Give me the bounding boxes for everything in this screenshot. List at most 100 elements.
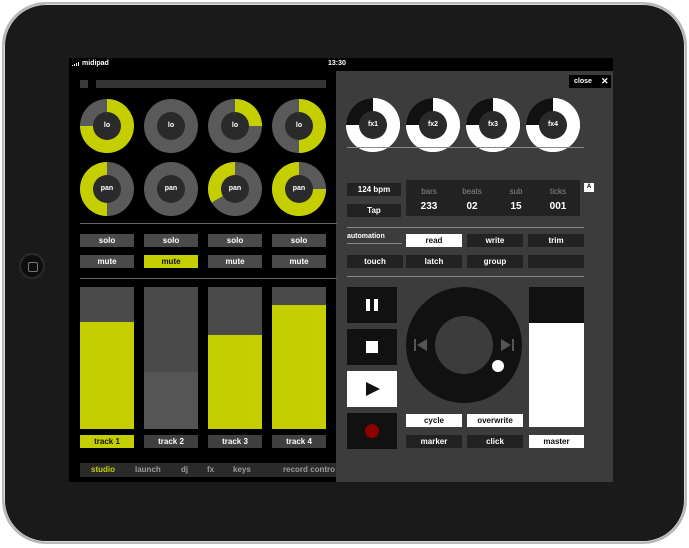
- solo-button-1[interactable]: solo: [80, 234, 134, 247]
- marker-button[interactable]: marker: [406, 435, 462, 448]
- track-fader-2[interactable]: [144, 287, 198, 429]
- knob-label: lo: [103, 122, 111, 129]
- record-button[interactable]: [347, 413, 397, 449]
- signal-icon: [72, 61, 80, 66]
- master-label[interactable]: master: [529, 435, 584, 448]
- counter-value-0: 233: [420, 201, 438, 212]
- knob-pan-1[interactable]: pan: [80, 162, 134, 216]
- track-fader-1[interactable]: [80, 287, 134, 429]
- close-button[interactable]: close ✕: [569, 75, 611, 88]
- counter-header-3: ticks: [550, 187, 566, 196]
- knob-fx-3[interactable]: fx3: [466, 98, 520, 152]
- track-label-3[interactable]: track 3: [208, 435, 262, 448]
- forward-icon[interactable]: [500, 338, 514, 352]
- track-label-2[interactable]: track 2: [144, 435, 198, 448]
- jog-wheel[interactable]: [406, 287, 522, 403]
- tab-studio[interactable]: studio: [91, 463, 115, 477]
- close-label: close: [574, 78, 592, 85]
- track-label-4[interactable]: track 4: [272, 435, 326, 448]
- track-fader-4[interactable]: [272, 287, 326, 429]
- overwrite-button[interactable]: overwrite: [467, 414, 523, 427]
- knob-label: lo: [231, 122, 239, 129]
- counter-value-3: 001: [549, 201, 567, 212]
- stop-icon: [366, 341, 378, 353]
- rewind-icon[interactable]: [414, 338, 428, 352]
- knob-fx-1[interactable]: fx1: [346, 98, 400, 152]
- solo-button-2[interactable]: solo: [144, 234, 198, 247]
- knob-pan-4[interactable]: pan: [272, 162, 326, 216]
- mute-button-4[interactable]: mute: [272, 255, 326, 268]
- knob-pan-2[interactable]: pan: [144, 162, 198, 216]
- automation-empty-button[interactable]: [528, 255, 584, 268]
- knob-label: pan: [292, 185, 306, 192]
- automation-latch-button[interactable]: latch: [406, 255, 462, 268]
- automation-read-button[interactable]: read: [406, 234, 462, 247]
- knob-lo-2[interactable]: lo: [144, 99, 198, 153]
- click-button[interactable]: click: [467, 435, 523, 448]
- record-icon: [365, 424, 379, 438]
- knob-label: fx4: [547, 121, 559, 128]
- knob-fx-4[interactable]: fx4: [526, 98, 580, 152]
- mute-button-2[interactable]: mute: [144, 255, 198, 268]
- master-fader[interactable]: [529, 287, 584, 427]
- counter-header-1: beats: [462, 187, 482, 196]
- counter-header-2: sub: [509, 187, 523, 196]
- a-badge[interactable]: A: [584, 183, 594, 192]
- tab-keys[interactable]: keys: [233, 463, 251, 477]
- knob-label: fx1: [367, 121, 379, 128]
- play-button[interactable]: [347, 371, 397, 407]
- tab-launch[interactable]: launch: [135, 463, 161, 477]
- bpm-display: 124 bpm: [347, 183, 401, 196]
- knob-fx-2[interactable]: fx2: [406, 98, 460, 152]
- jog-center: [435, 316, 493, 374]
- top-scroll-bar[interactable]: [96, 80, 326, 88]
- automation-group-button[interactable]: group: [467, 255, 523, 268]
- track-label-1[interactable]: track 1: [80, 435, 134, 448]
- automation-write-button[interactable]: write: [467, 234, 523, 247]
- home-button[interactable]: [19, 253, 45, 279]
- counter-header-0: bars: [421, 187, 437, 196]
- knob-label: fx3: [487, 121, 499, 128]
- app-name: midipad: [82, 60, 109, 67]
- master-fader-fill: [529, 323, 584, 427]
- knob-label: fx2: [427, 121, 439, 128]
- close-icon: ✕: [601, 76, 609, 86]
- knob-lo-4[interactable]: lo: [272, 99, 326, 153]
- menu-square[interactable]: [80, 80, 88, 88]
- knob-pan-3[interactable]: pan: [208, 162, 262, 216]
- knob-label: lo: [167, 122, 175, 129]
- fader-fill: [272, 305, 326, 429]
- track-fader-3[interactable]: [208, 287, 262, 429]
- knob-lo-1[interactable]: lo: [80, 99, 134, 153]
- fader-fill: [80, 322, 134, 429]
- knob-label: pan: [164, 185, 178, 192]
- tap-button[interactable]: Tap: [347, 204, 401, 217]
- knob-label: pan: [228, 185, 242, 192]
- fader-fill: [144, 372, 198, 429]
- tab-fx[interactable]: fx: [207, 463, 214, 477]
- counter-value-1: 02: [466, 201, 478, 212]
- status-time: 13:30: [328, 60, 346, 67]
- automation-trim-button[interactable]: trim: [528, 234, 584, 247]
- counter-value-2: 15: [510, 201, 522, 212]
- cycle-button[interactable]: cycle: [406, 414, 462, 427]
- mute-button-1[interactable]: mute: [80, 255, 134, 268]
- jog-position-dot: [492, 360, 504, 372]
- automation-touch-button[interactable]: touch: [347, 255, 403, 268]
- app-screen: midipad 13:30 close ✕ lo lo lo lo pan pan pan…: [69, 58, 613, 482]
- pause-button[interactable]: [347, 287, 397, 323]
- knob-label: lo: [295, 122, 303, 129]
- solo-button-4[interactable]: solo: [272, 234, 326, 247]
- pause-icon: [366, 299, 370, 311]
- knob-label: pan: [100, 185, 114, 192]
- status-bar: midipad 13:30: [69, 58, 613, 71]
- mute-button-3[interactable]: mute: [208, 255, 262, 268]
- play-icon: [366, 382, 380, 396]
- solo-button-3[interactable]: solo: [208, 234, 262, 247]
- automation-label: automation: [347, 233, 385, 240]
- tab-dj[interactable]: dj: [181, 463, 188, 477]
- stop-button[interactable]: [347, 329, 397, 365]
- knob-lo-3[interactable]: lo: [208, 99, 262, 153]
- fader-fill: [208, 335, 262, 429]
- record-control-tab[interactable]: record contro: [273, 463, 336, 477]
